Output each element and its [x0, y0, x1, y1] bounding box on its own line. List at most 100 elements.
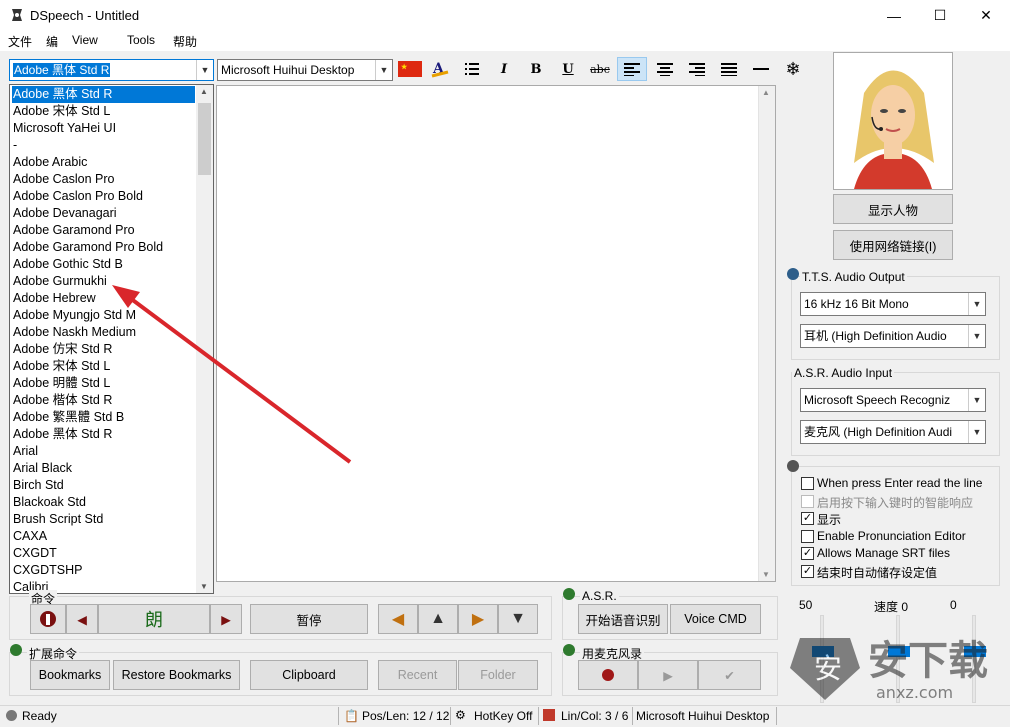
option-checkbox[interactable]: ✓ — [801, 547, 814, 560]
back-button[interactable]: ◀ — [378, 604, 418, 634]
divider — [450, 707, 451, 725]
font-color-icon[interactable]: A — [427, 57, 453, 81]
play-button[interactable]: ▶ — [638, 660, 698, 690]
font-list-item[interactable]: Birch Std — [12, 477, 195, 494]
speed-label: 速度 0 — [874, 600, 909, 614]
china-flag-icon[interactable]: ★ — [397, 57, 423, 81]
chevron-down-icon[interactable]: ▼ — [968, 389, 985, 411]
maximize-button[interactable]: ☐ — [917, 0, 963, 31]
scroll-thumb[interactable] — [198, 103, 211, 175]
horizontal-line-icon[interactable] — [748, 57, 774, 81]
back-arrow-icon: ◀ — [391, 611, 405, 628]
snowflake-icon[interactable]: ❄ — [780, 57, 806, 81]
close-button[interactable]: ✕ — [963, 0, 1009, 31]
option-label: 显示 — [817, 513, 842, 527]
option-label: Enable Pronunciation Editor — [817, 528, 966, 543]
font-list-item[interactable]: Adobe 宋体 Std L — [12, 103, 195, 120]
chevron-down-icon[interactable]: ▼ — [968, 421, 985, 443]
font-list-item[interactable]: Microsoft YaHei UI — [12, 120, 195, 137]
font-list-item[interactable]: Adobe Caslon Pro Bold — [12, 188, 195, 205]
voice-cmd-button[interactable]: Voice CMD — [670, 604, 761, 634]
window-title: DSpeech - Untitled — [30, 8, 140, 23]
font-list-item[interactable]: Adobe Caslon Pro — [12, 171, 195, 188]
option-checkbox[interactable] — [801, 477, 814, 490]
font-list-item[interactable]: Adobe Garamond Pro — [12, 222, 195, 239]
align-right-icon[interactable] — [684, 57, 710, 81]
confirm-button[interactable]: ✔ — [698, 660, 761, 690]
next-button[interactable]: ▶ — [210, 604, 242, 634]
font-list-item[interactable]: CAXA — [12, 528, 195, 545]
underline-button[interactable]: U — [555, 57, 581, 81]
tts-format-combo[interactable]: 16 kHz 16 Bit Mono ▼ — [800, 292, 986, 316]
font-list-item[interactable]: Adobe Gothic Std B — [12, 256, 195, 273]
align-center-icon[interactable] — [652, 57, 678, 81]
font-list-item[interactable]: Blackoak Std — [12, 494, 195, 511]
pause-button[interactable]: 暂停 — [250, 604, 368, 634]
forward-button[interactable]: ▶ — [458, 604, 498, 634]
menu-edit[interactable]: 编 — [46, 33, 58, 50]
scroll-down-icon[interactable]: ▼ — [762, 570, 770, 579]
status-ready: Ready — [22, 709, 57, 723]
status-poslen: Pos/Len: 12 / 12 — [362, 709, 450, 723]
asr-engine-value: Microsoft Speech Recogniz — [804, 393, 951, 407]
bold-button[interactable]: B — [523, 57, 549, 81]
bullet-list-icon[interactable] — [459, 57, 485, 81]
voice-combo-value: Microsoft Huihui Desktop — [221, 63, 355, 77]
menu-view[interactable]: View — [72, 33, 98, 47]
align-justify-icon[interactable] — [716, 57, 742, 81]
up-button[interactable]: ▲ — [418, 604, 458, 634]
align-left-icon[interactable] — [617, 57, 647, 81]
scroll-down-icon[interactable]: ▼ — [200, 582, 208, 591]
chevron-down-icon[interactable]: ▼ — [968, 325, 985, 347]
tts-device-combo[interactable]: 耳机 (High Definition Audio ▼ — [800, 324, 986, 348]
asr-device-combo[interactable]: 麦克风 (High Definition Audi ▼ — [800, 420, 986, 444]
asr-engine-combo[interactable]: Microsoft Speech Recogniz ▼ — [800, 388, 986, 412]
chevron-down-icon[interactable]: ▼ — [968, 293, 985, 315]
forward-arrow-icon: ▶ — [471, 611, 485, 628]
minimize-button[interactable]: — — [871, 0, 917, 31]
speaker-button[interactable] — [30, 604, 66, 634]
clipboard-button[interactable]: Clipboard — [250, 660, 368, 690]
show-character-button[interactable]: 显示人物 — [833, 194, 953, 224]
status-hotkey: HotKey Off — [474, 709, 533, 723]
chevron-down-icon[interactable]: ▼ — [375, 60, 392, 80]
option-label: 启用按下输入键时的智能响应 — [817, 495, 974, 510]
use-network-button[interactable]: 使用网络链接(I) — [833, 230, 953, 260]
read-button[interactable]: 朗 — [98, 604, 210, 634]
option-checkbox[interactable]: ✓ — [801, 564, 814, 578]
menu-tools[interactable]: Tools — [127, 33, 155, 47]
font-list-item[interactable]: Brush Script Std — [12, 511, 195, 528]
font-list-item[interactable]: Adobe Devanagari — [12, 205, 195, 222]
menu-file[interactable]: 文件 — [8, 33, 32, 50]
mic-icon — [563, 644, 575, 656]
italic-button[interactable]: I — [491, 57, 517, 81]
bookmarks-button[interactable]: Bookmarks — [30, 660, 110, 690]
check-icon: ✔ — [724, 668, 735, 683]
scroll-up-icon[interactable]: ▲ — [762, 88, 770, 97]
option-checkbox[interactable] — [801, 529, 814, 543]
menu-help[interactable]: 帮助 — [173, 33, 197, 50]
scroll-up-icon[interactable]: ▲ — [200, 87, 208, 96]
chevron-down-icon[interactable]: ▼ — [196, 60, 213, 80]
font-list-item[interactable]: - — [12, 137, 195, 154]
voice-combo[interactable]: Microsoft Huihui Desktop ▼ — [217, 59, 393, 81]
font-combo[interactable]: Adobe 黑体 Std R ▼ — [9, 59, 214, 81]
font-list-item[interactable]: Adobe 黑体 Std R — [12, 86, 195, 103]
font-list-item[interactable]: Adobe Arabic — [12, 154, 195, 171]
recent-button[interactable]: Recent — [378, 660, 457, 690]
editor-scrollbar[interactable]: ▲ ▼ — [758, 86, 775, 581]
font-list-item[interactable]: CXGDT — [12, 545, 195, 562]
record-button[interactable] — [578, 660, 638, 690]
down-button[interactable]: ▼ — [498, 604, 538, 634]
prev-button[interactable]: ◀ — [66, 604, 98, 634]
folder-button[interactable]: Folder — [458, 660, 538, 690]
font-list-item[interactable]: Adobe Garamond Pro Bold — [12, 239, 195, 256]
status-voice: Microsoft Huihui Desktop — [636, 709, 770, 723]
option-checkbox[interactable] — [801, 494, 814, 508]
restore-bookmarks-button[interactable]: Restore Bookmarks — [113, 660, 240, 690]
start-recognition-button[interactable]: 开始语音识别 — [578, 604, 668, 634]
font-list-item[interactable]: CXGDTSHP — [12, 562, 195, 579]
strikethrough-button[interactable]: abc — [587, 57, 613, 81]
option-checkbox[interactable]: ✓ — [801, 512, 814, 525]
volume-value: 50 — [799, 598, 813, 612]
